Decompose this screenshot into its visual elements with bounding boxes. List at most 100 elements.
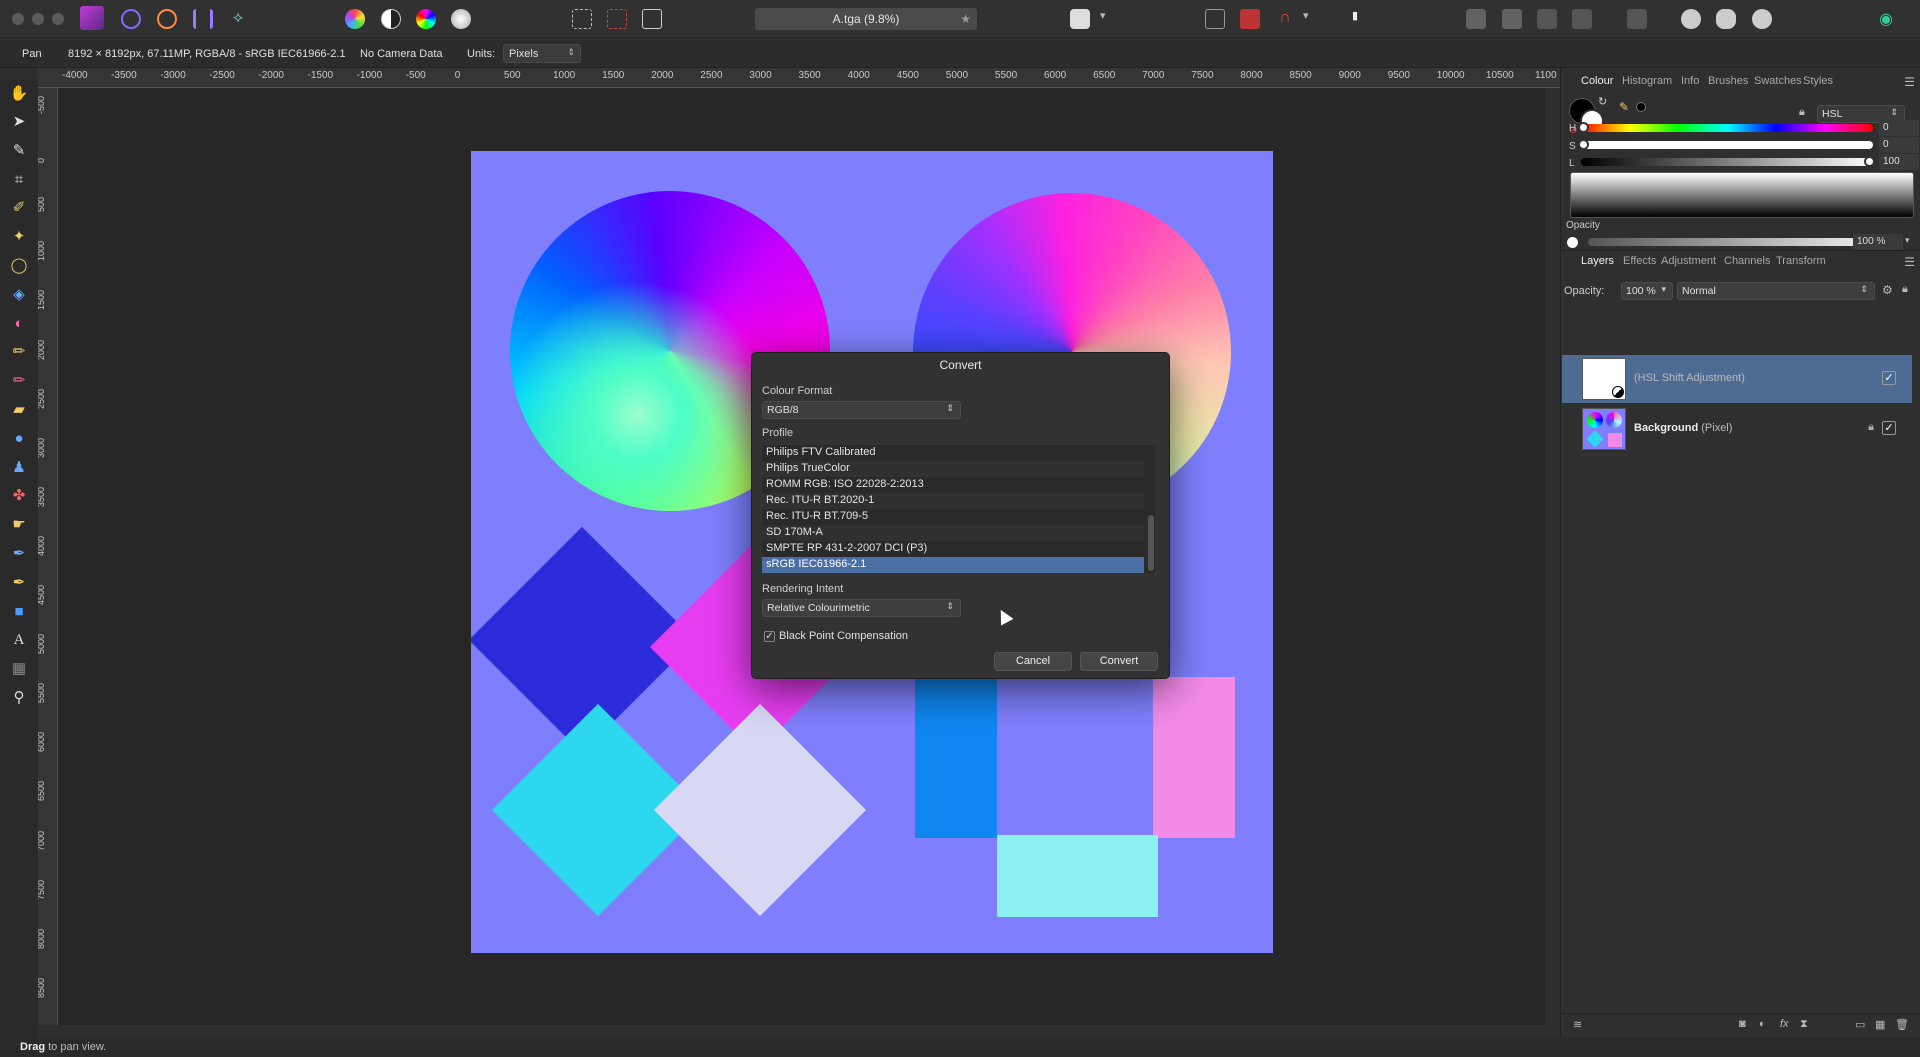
- lock-icon[interactable]: 🔒︎: [1868, 421, 1874, 434]
- blur-tool-icon[interactable]: ✒: [9, 544, 29, 564]
- tab-adjustment[interactable]: Adjustment: [1661, 255, 1716, 267]
- develop-persona-icon[interactable]: [193, 9, 213, 29]
- zoom-window-button[interactable]: [52, 13, 64, 25]
- list-item[interactable]: Rec. ITU-R BT.709-5: [762, 509, 1144, 525]
- list-item[interactable]: SD 170M-A: [762, 525, 1144, 541]
- group-folder-icon[interactable]: ▭: [1855, 1018, 1865, 1031]
- cancel-button[interactable]: Cancel: [994, 652, 1072, 671]
- arrange-back-icon[interactable]: [1537, 9, 1557, 29]
- arrange-forward-icon[interactable]: [1502, 9, 1522, 29]
- trash-icon[interactable]: 🗑︎: [1895, 1018, 1909, 1031]
- flood-fill-tool-icon[interactable]: ◈: [9, 285, 29, 305]
- arrange-icon[interactable]: [1466, 9, 1486, 29]
- blend-mode-select[interactable]: Normal ⇕: [1677, 282, 1875, 300]
- mesh-warp-tool-icon[interactable]: ▦: [9, 659, 29, 679]
- rectangle-tool-icon[interactable]: ■: [9, 602, 29, 622]
- tab-transform[interactable]: Transform: [1776, 255, 1826, 267]
- saturation-value[interactable]: 0: [1879, 137, 1919, 153]
- boolean-add-icon[interactable]: [1681, 9, 1701, 29]
- adjustment-layer-icon[interactable]: ◐: [1759, 1018, 1766, 1030]
- gear-icon[interactable]: ⚙: [1882, 283, 1893, 297]
- horizontal-ruler[interactable]: -4000 -3500 -3000 -2500 -2000 -1500 -1000 -500 0…: [38, 68, 1560, 88]
- lightness-slider-knob[interactable]: [1864, 156, 1875, 167]
- color-replacement-tool-icon[interactable]: ✏: [9, 371, 29, 391]
- profile-list[interactable]: Philips FTV Calibrated Philips TrueColor…: [762, 445, 1155, 573]
- list-item[interactable]: Philips TrueColor: [762, 461, 1144, 477]
- tab-effects[interactable]: Effects: [1623, 255, 1656, 267]
- boolean-subtract-icon[interactable]: [1716, 9, 1736, 29]
- minimize-window-button[interactable]: [32, 13, 44, 25]
- selection-brush-tool-icon[interactable]: ✐: [9, 198, 29, 218]
- opacity-chevron-icon[interactable]: ▾: [1905, 235, 1910, 246]
- tab-layers[interactable]: Layers: [1581, 255, 1614, 267]
- units-select[interactable]: Pixels ⇕: [503, 44, 581, 63]
- vertical-ruler[interactable]: -500 0 500 1000 1500 2000 2500 3000 3500 4000 4500…: [38, 88, 58, 1025]
- snapping-options-chevron-icon[interactable]: ▾: [1303, 9, 1315, 29]
- marquee-selection-icon[interactable]: [572, 9, 592, 29]
- deselect-icon[interactable]: [607, 9, 627, 29]
- chevron-down-icon[interactable]: ▾: [1100, 9, 1112, 29]
- panel-menu-icon[interactable]: ☰: [1904, 75, 1915, 89]
- layers-stack-icon[interactable]: ≋: [1573, 1018, 1582, 1031]
- tab-swatches[interactable]: Swatches: [1754, 75, 1802, 87]
- list-item[interactable]: SMPTE RP 431-2-2007 DCI (P3): [762, 541, 1144, 557]
- fx-icon[interactable]: fx: [1780, 1018, 1789, 1030]
- swap-colours-icon[interactable]: ↻: [1598, 95, 1607, 108]
- saturation-slider[interactable]: [1581, 141, 1873, 149]
- layer-row[interactable]: Background (Pixel) 🔒︎ ✓: [1562, 405, 1912, 453]
- rendering-intent-select[interactable]: Relative Colourimetric ⇕: [762, 599, 961, 617]
- list-item[interactable]: ROMM RGB: ISO 22028-2:2013: [762, 477, 1144, 493]
- hue-slider[interactable]: [1581, 124, 1873, 132]
- hue-value[interactable]: 0: [1879, 120, 1919, 136]
- layer-lock-icon[interactable]: 🔒︎: [1902, 283, 1908, 296]
- smudge-tool-icon[interactable]: ☛: [9, 515, 29, 535]
- auto-contrast-icon[interactable]: [381, 9, 401, 29]
- horizontal-scrollbar[interactable]: [58, 1025, 1545, 1037]
- user-icon[interactable]: ◉: [1876, 9, 1896, 29]
- paint-brush-tool-icon[interactable]: ✏: [9, 342, 29, 362]
- profile-list-scroll-thumb[interactable]: [1148, 515, 1154, 571]
- profile-list-scrollbar[interactable]: [1147, 445, 1155, 573]
- zoom-tool-icon[interactable]: ⚲: [9, 688, 29, 708]
- picked-colour-dot[interactable]: [1636, 102, 1646, 112]
- mask-icon[interactable]: ◙: [1739, 1018, 1746, 1030]
- move-tool-icon[interactable]: ➤: [9, 112, 29, 132]
- brush-icon[interactable]: ▮: [1345, 9, 1365, 29]
- layers-opacity-select[interactable]: 100 % ▾: [1621, 282, 1673, 300]
- magnet-icon[interactable]: ∩: [1275, 9, 1295, 29]
- layer-visibility-checkbox[interactable]: ✓: [1882, 371, 1896, 385]
- close-window-button[interactable]: [12, 13, 24, 25]
- photo-persona-icon[interactable]: [121, 9, 141, 29]
- add-pixel-layer-icon[interactable]: ▦: [1875, 1018, 1885, 1031]
- live-filter-icon[interactable]: ⧗: [1800, 1018, 1808, 1031]
- erase-brush-tool-icon[interactable]: ▰: [9, 400, 29, 420]
- dodge-tool-icon[interactable]: ●: [9, 429, 29, 449]
- gradient-tool-icon[interactable]: ◐: [9, 314, 29, 334]
- layers-menu-icon[interactable]: ☰: [1904, 255, 1915, 269]
- star-icon[interactable]: ★: [960, 8, 971, 30]
- color-picker-tool-icon[interactable]: ✎: [9, 141, 29, 161]
- tab-colour[interactable]: Colour: [1581, 75, 1613, 87]
- snapping-icon[interactable]: [1240, 9, 1260, 29]
- tab-histogram[interactable]: Histogram: [1622, 75, 1672, 87]
- text-tool-icon[interactable]: A: [9, 630, 29, 650]
- grid-icon[interactable]: [1205, 9, 1225, 29]
- crop-tool-icon[interactable]: ⌗: [9, 170, 29, 190]
- list-item[interactable]: Philips FTV Calibrated: [762, 445, 1144, 461]
- boolean-intersect-icon[interactable]: [1752, 9, 1772, 29]
- eyedropper-icon[interactable]: ✎: [1619, 100, 1629, 114]
- lock-icon[interactable]: 🔒︎: [1799, 106, 1805, 119]
- hand-tool-icon[interactable]: ✋: [9, 84, 29, 104]
- clone-tool-icon[interactable]: ♟: [9, 458, 29, 478]
- freehand-select-tool-icon[interactable]: ◯: [9, 256, 29, 276]
- red-eye-tool-icon[interactable]: ✤: [9, 486, 29, 506]
- tab-brushes[interactable]: Brushes: [1708, 75, 1748, 87]
- pen-tool-icon[interactable]: ✒: [9, 573, 29, 593]
- lightness-value[interactable]: 100: [1879, 154, 1919, 170]
- auto-levels-icon[interactable]: [345, 9, 365, 29]
- tab-styles[interactable]: Styles: [1803, 75, 1833, 87]
- invert-selection-icon[interactable]: [642, 9, 662, 29]
- app-logo-icon[interactable]: [80, 6, 104, 30]
- convert-button[interactable]: Convert: [1080, 652, 1158, 671]
- align-icon[interactable]: [1627, 9, 1647, 29]
